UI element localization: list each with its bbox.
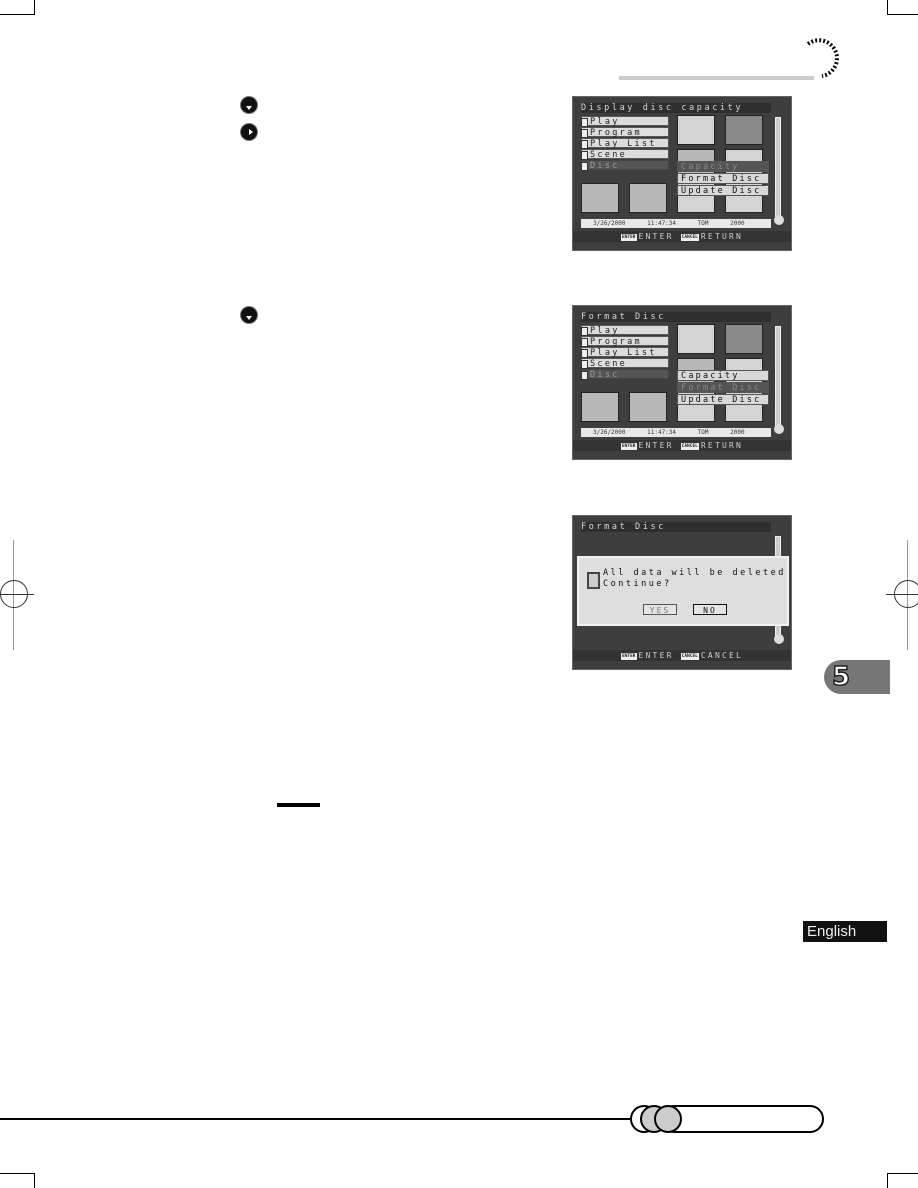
- disc-icon: [581, 371, 588, 380]
- screen-footer: ENTER ENTER CANCEL CANCEL: [573, 650, 791, 661]
- scrollbar[interactable]: [775, 117, 781, 217]
- crop-mark-bottom-right-h: [887, 1173, 918, 1174]
- menu-item-program[interactable]: Program: [581, 127, 669, 138]
- status-bar: 3/26/2000 11:47:34 TOM 2000: [581, 219, 771, 228]
- cancel-key-icon: CANCEL: [680, 653, 699, 660]
- menu-item-disc[interactable]: Disc: [581, 369, 669, 380]
- screen-display-disc-capacity: Display disc capacity Play Program Play …: [572, 96, 792, 251]
- menu-item-play-list[interactable]: Play List: [581, 138, 669, 149]
- cancel-key-icon: CANCEL: [680, 443, 699, 450]
- scroll-end-icon: [774, 424, 784, 434]
- menu-item-play[interactable]: Play: [581, 325, 669, 336]
- thumbnail: [581, 392, 619, 422]
- enter-key-icon: ENTER: [620, 653, 637, 660]
- submenu-item-format-disc[interactable]: Format Disc: [677, 173, 769, 184]
- yes-button[interactable]: YES: [643, 604, 677, 615]
- thumbnail: [677, 324, 715, 354]
- scene-icon: [581, 360, 588, 369]
- screen-footer: ENTER ENTER CANCEL RETURN: [573, 231, 791, 242]
- crop-mark-top-right-v: [887, 0, 888, 15]
- pill-circle-icon: [654, 1105, 682, 1133]
- submenu-item-capacity[interactable]: Capacity: [677, 161, 769, 172]
- crop-mark-top-right-h: [887, 14, 918, 15]
- program-icon: [581, 129, 588, 138]
- scene-icon: [581, 151, 588, 160]
- thumbnail: [581, 183, 619, 213]
- screen-title: Format Disc: [581, 522, 771, 532]
- down-arrow-button-icon: [240, 96, 258, 114]
- thumbnail: [725, 324, 763, 354]
- header-rule: [619, 76, 814, 80]
- down-arrow-button-icon: [240, 306, 258, 324]
- screen-title: Display disc capacity: [581, 103, 771, 113]
- thumbnail: [725, 115, 763, 145]
- menu-item-disc[interactable]: Disc: [581, 160, 669, 171]
- underline-bar: [277, 803, 320, 807]
- status-bar: 3/26/2000 11:47:34 TOM 2000: [581, 428, 771, 437]
- crop-mark-bottom-left-h: [0, 1173, 35, 1174]
- play-icon: [581, 327, 588, 336]
- menu-item-play[interactable]: Play: [581, 116, 669, 127]
- bottom-rule: [0, 1118, 640, 1120]
- crop-mark-bottom-left-v: [34, 1173, 35, 1188]
- play-list-icon: [581, 140, 588, 149]
- dotted-arc-icon: [806, 38, 839, 78]
- thumbnail: [629, 183, 667, 213]
- submenu-item-format-disc[interactable]: Format Disc: [677, 382, 769, 393]
- scroll-end-icon: [774, 634, 784, 644]
- language-badge: English: [803, 921, 887, 942]
- submenu-item-update-disc[interactable]: Update Disc: [677, 394, 769, 405]
- cancel-key-icon: CANCEL: [680, 234, 699, 241]
- scrollbar[interactable]: [775, 326, 781, 426]
- thumbnail: [677, 115, 715, 145]
- menu-item-program[interactable]: Program: [581, 336, 669, 347]
- chapter-tab: 5: [824, 660, 890, 694]
- dialog-question: Continue?: [603, 579, 672, 589]
- menu-item-scene[interactable]: Scene: [581, 149, 669, 160]
- confirm-dialog: All data will be deleted Continue? YES N…: [577, 556, 789, 626]
- thumbnail: [629, 392, 667, 422]
- menu-item-scene[interactable]: Scene: [581, 358, 669, 369]
- submenu-item-update-disc[interactable]: Update Disc: [677, 185, 769, 196]
- enter-key-icon: ENTER: [620, 443, 637, 450]
- enter-key-icon: ENTER: [620, 234, 637, 241]
- play-list-icon: [581, 349, 588, 358]
- crop-mark-top-left-v: [34, 0, 35, 15]
- crop-mark-bottom-right-v: [887, 1173, 888, 1188]
- disc-icon: [581, 162, 588, 171]
- crop-mark-top-left-h: [0, 14, 35, 15]
- warning-icon: [587, 572, 600, 589]
- screen-format-disc-confirm: Format Disc All data will be deleted Con…: [572, 515, 792, 670]
- screen-format-disc-menu: Format Disc Play Program Play List Scene…: [572, 305, 792, 460]
- scroll-end-icon: [774, 215, 784, 225]
- submenu-item-capacity[interactable]: Capacity: [677, 370, 769, 381]
- right-arrow-button-icon: [240, 123, 258, 141]
- screen-title: Format Disc: [581, 312, 771, 322]
- dialog-message: All data will be deleted: [603, 568, 786, 578]
- play-icon: [581, 118, 588, 127]
- menu-item-play-list[interactable]: Play List: [581, 347, 669, 358]
- page-number-pill: [660, 1105, 824, 1133]
- chapter-number: 5: [831, 661, 851, 693]
- screen-footer: ENTER ENTER CANCEL RETURN: [573, 440, 791, 451]
- program-icon: [581, 338, 588, 347]
- no-button[interactable]: NO: [693, 604, 727, 615]
